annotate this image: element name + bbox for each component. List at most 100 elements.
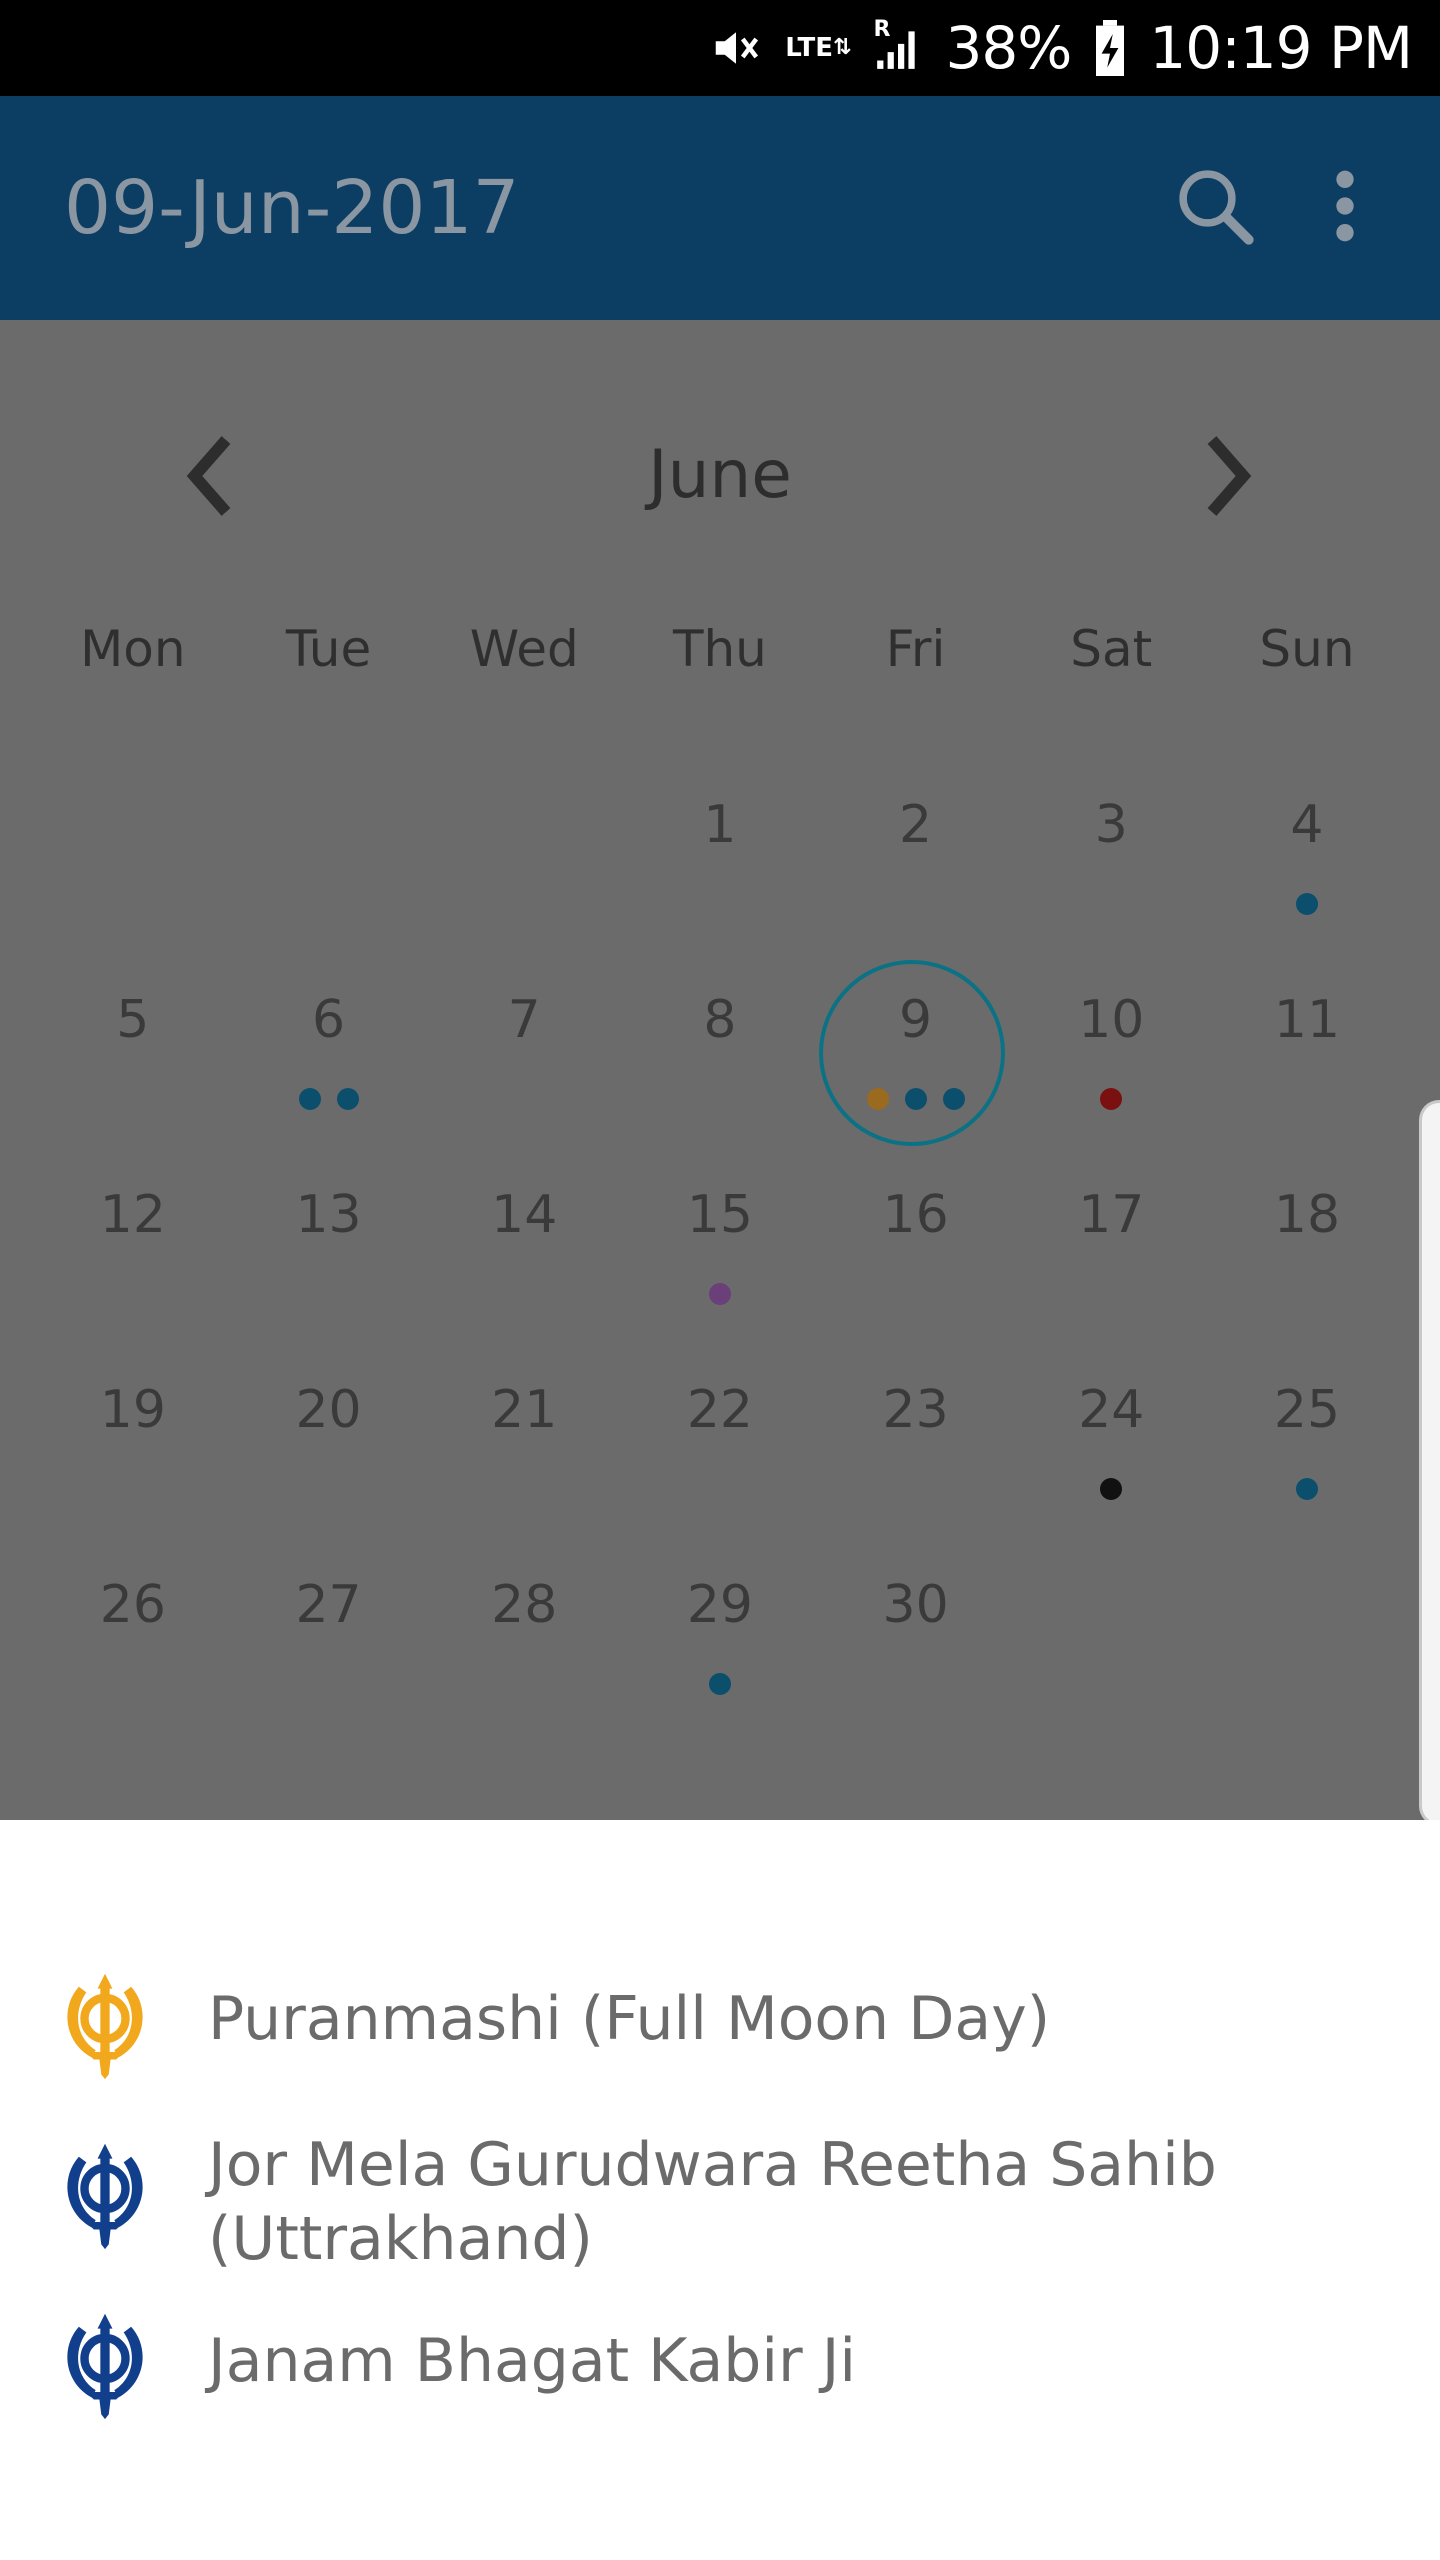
- clock: 10:19 PM: [1149, 14, 1413, 82]
- next-month-button[interactable]: [1170, 418, 1290, 538]
- calendar-day[interactable]: 11: [1209, 960, 1405, 1155]
- weekday-label: Fri: [885, 620, 946, 678]
- calendar-week-row: 12 13 14 15 16 17 18: [35, 1155, 1405, 1350]
- calendar-day[interactable]: 4: [1209, 765, 1405, 960]
- day-number: 12: [99, 1185, 166, 1245]
- calendar-day[interactable]: 24: [1013, 1350, 1209, 1545]
- calendar-day[interactable]: 19: [35, 1350, 231, 1545]
- weekday-label: Thu: [672, 620, 767, 678]
- calendar-empty-cell: [1013, 1545, 1209, 1740]
- event-dots: [1013, 1478, 1209, 1500]
- calendar-day[interactable]: 8: [622, 960, 818, 1155]
- weekday-label: Mon: [80, 620, 186, 678]
- day-number: 9: [899, 990, 933, 1050]
- calendar-day[interactable]: 6: [231, 960, 427, 1155]
- event-dot: [942, 1088, 965, 1110]
- chevron-left-icon: [178, 431, 238, 525]
- calendar-week-row: 1 2 3 4: [35, 765, 1405, 960]
- event-label: Janam Bhagat Kabir Ji: [208, 2326, 857, 2396]
- calendar-week-row: 26 27 28 29 30: [35, 1545, 1405, 1740]
- calendar-day[interactable]: 28: [426, 1545, 622, 1740]
- calendar-day[interactable]: 3: [1013, 765, 1209, 960]
- day-number: 25: [1273, 1380, 1341, 1440]
- day-number: 2: [899, 795, 933, 855]
- weekday-label: Sun: [1259, 620, 1355, 678]
- calendar-day[interactable]: 30: [818, 1545, 1014, 1740]
- day-number: 23: [882, 1380, 949, 1440]
- signal-icon: R: [873, 17, 923, 73]
- day-number: 17: [1078, 1185, 1145, 1245]
- search-button[interactable]: [1150, 143, 1280, 273]
- calendar-day[interactable]: 13: [231, 1155, 427, 1350]
- calendar-day[interactable]: 18: [1209, 1155, 1405, 1350]
- calendar-day[interactable]: 2: [818, 765, 1014, 960]
- day-number: 8: [703, 990, 737, 1050]
- battery-charging-icon: [1093, 20, 1127, 76]
- event-dots: [622, 1283, 818, 1305]
- calendar-day[interactable]: 1: [622, 765, 818, 960]
- day-number: 22: [686, 1380, 753, 1440]
- day-number: 27: [295, 1575, 362, 1635]
- calendar-day[interactable]: 12: [35, 1155, 231, 1350]
- side-panel-handle[interactable]: [1419, 1100, 1440, 1826]
- day-number: 26: [99, 1575, 166, 1635]
- event-dots: [818, 1088, 1014, 1110]
- weekday-header: Mon Tue Wed Thu Fri Sat Sun: [35, 620, 1405, 678]
- day-grid: 1 2 3 4 5 6 7 8 9 10 11 12 13 14 15 16 17 18 19 20 21 22 23 24 2…: [35, 765, 1405, 1740]
- calendar-day[interactable]: 29: [622, 1545, 818, 1740]
- khanda-icon: [58, 2140, 152, 2250]
- calendar-day[interactable]: 17: [1013, 1155, 1209, 1350]
- event-dot: [1295, 1478, 1318, 1500]
- event-dots: [1209, 1478, 1405, 1500]
- calendar-day[interactable]: 22: [622, 1350, 818, 1545]
- calendar-day[interactable]: 25: [1209, 1350, 1405, 1545]
- previous-month-button[interactable]: [148, 418, 268, 538]
- page-title: 09-Jun-2017: [64, 165, 520, 251]
- day-number: 1: [703, 795, 737, 855]
- event-dots: [231, 1088, 427, 1110]
- calendar-day[interactable]: 23: [818, 1350, 1014, 1545]
- event-list: Puranmashi (Full Moon Day) Jor Mela Guru…: [0, 1820, 1440, 2560]
- event-dots: [622, 1673, 818, 1695]
- calendar-empty-cell: [426, 765, 622, 960]
- calendar-day[interactable]: 21: [426, 1350, 622, 1545]
- event-label: Jor Mela Gurudwara Reetha Sahib (Uttrakh…: [208, 2130, 1217, 2274]
- calendar: June Mon Tue Wed Thu Fri Sat Sun 1234567…: [0, 320, 1440, 1820]
- calendar-day[interactable]: 15: [622, 1155, 818, 1350]
- calendar-week-row: 19 20 21 22 23 24 25: [35, 1350, 1405, 1545]
- calendar-empty-cell: [35, 765, 231, 960]
- day-number: 15: [686, 1185, 753, 1245]
- event-dots: [1209, 893, 1405, 915]
- lte-label: LTE: [785, 33, 834, 63]
- day-number: 20: [295, 1380, 362, 1440]
- event-dot: [1100, 1088, 1123, 1110]
- day-number: 16: [882, 1185, 949, 1245]
- calendar-day[interactable]: 10: [1013, 960, 1209, 1155]
- day-number: 13: [295, 1185, 362, 1245]
- overflow-menu-button[interactable]: [1280, 143, 1410, 273]
- selected-day-ring: [818, 960, 1005, 1146]
- calendar-day[interactable]: 20: [231, 1350, 427, 1545]
- overflow-menu-icon: [1330, 166, 1360, 250]
- mute-icon: [709, 21, 763, 75]
- event-dot: [298, 1088, 321, 1110]
- app-bar: 09-Jun-2017: [0, 96, 1440, 320]
- day-number: 5: [116, 990, 150, 1050]
- event-dot: [708, 1673, 731, 1695]
- calendar-empty-cell: [231, 765, 427, 960]
- day-number: 11: [1273, 990, 1341, 1050]
- lte-icon: LTE ⇅: [785, 33, 852, 63]
- event-dot: [336, 1088, 359, 1110]
- day-number: 10: [1078, 990, 1145, 1050]
- calendar-day[interactable]: 7: [426, 960, 622, 1155]
- event-dot: [904, 1088, 927, 1110]
- calendar-day[interactable]: 26: [35, 1545, 231, 1740]
- event-label: Puranmashi (Full Moon Day): [208, 1984, 1051, 2054]
- day-number: 7: [507, 990, 541, 1050]
- calendar-day[interactable]: 14: [426, 1155, 622, 1350]
- calendar-day[interactable]: 16: [818, 1155, 1014, 1350]
- weekday-label: Wed: [469, 620, 579, 678]
- calendar-day[interactable]: 5: [35, 960, 231, 1155]
- calendar-day[interactable]: 9: [818, 960, 1014, 1155]
- calendar-day[interactable]: 27: [231, 1545, 427, 1740]
